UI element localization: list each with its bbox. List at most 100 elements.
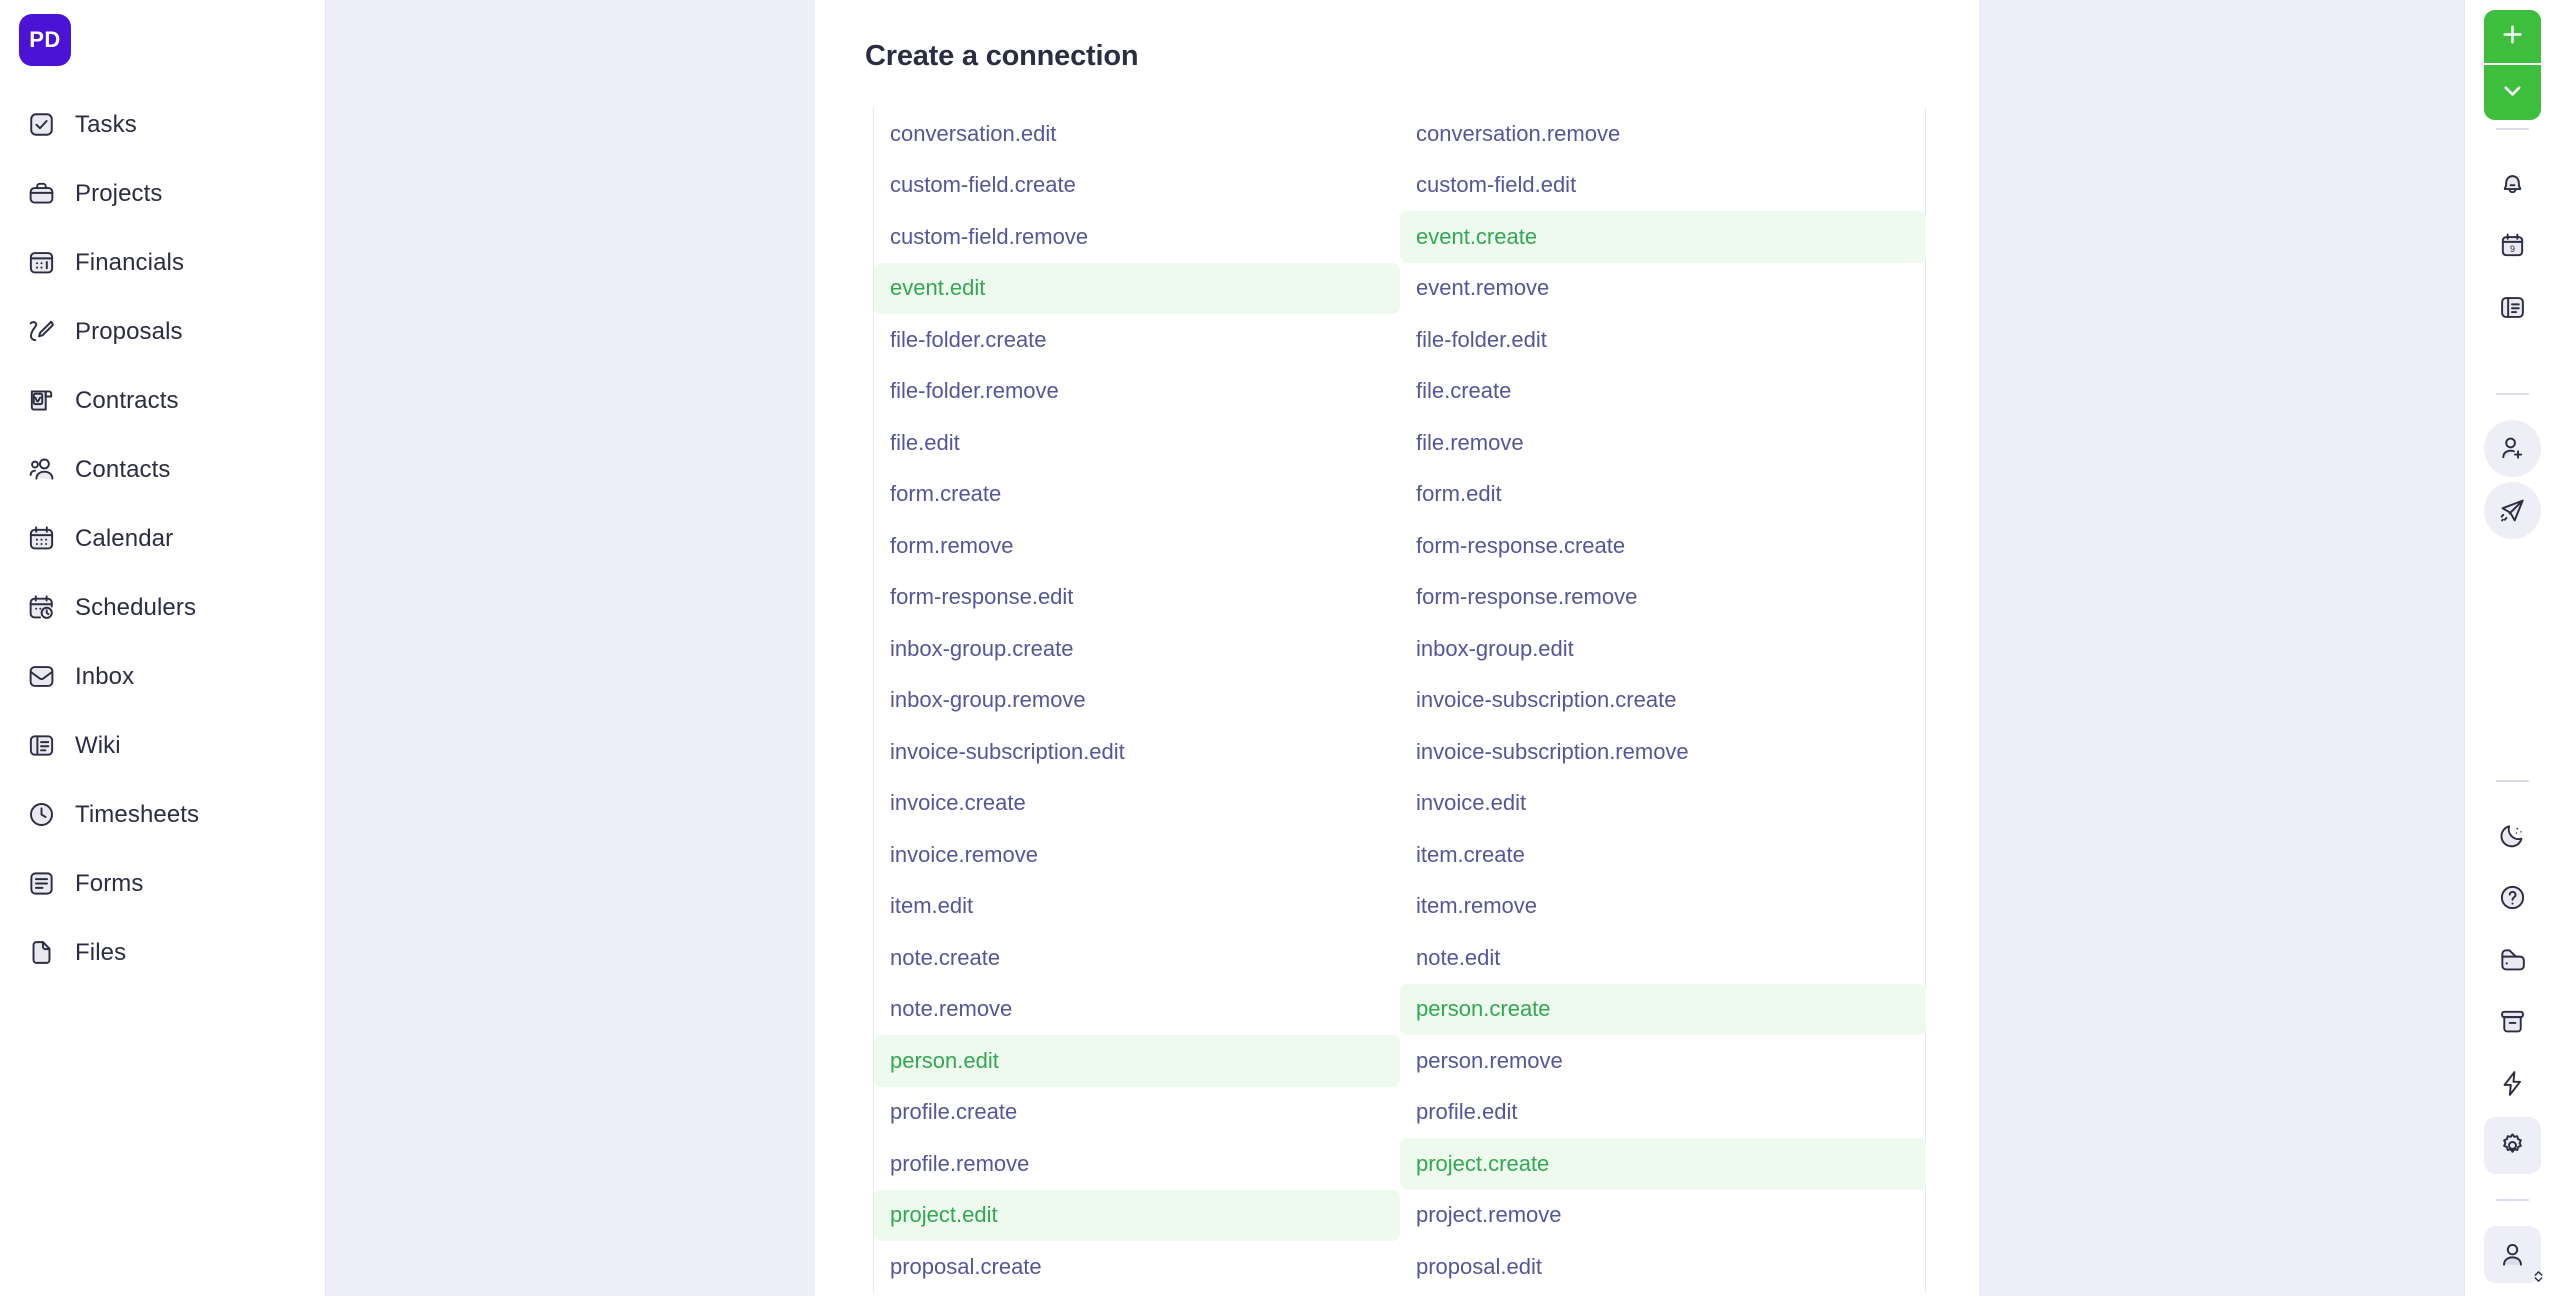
permission-row[interactable]: event.create bbox=[1400, 211, 1926, 263]
send-message-button[interactable] bbox=[2484, 482, 2541, 539]
permission-row[interactable]: conversation.edit bbox=[874, 108, 1400, 160]
permission-row[interactable]: file.edit bbox=[874, 417, 1400, 469]
permission-row[interactable]: person.remove bbox=[1400, 1035, 1926, 1087]
archive-box-icon bbox=[2498, 1007, 2527, 1036]
permission-row[interactable]: file-folder.remove bbox=[874, 366, 1400, 418]
permission-row[interactable]: form-response.edit bbox=[874, 572, 1400, 624]
sidebar-item-proposals[interactable]: Proposals bbox=[0, 297, 325, 366]
sidebar-item-wiki[interactable]: Wiki bbox=[0, 711, 325, 780]
permission-list: conversation.edit custom-field.create cust… bbox=[873, 108, 1926, 1293]
permission-row[interactable]: invoice.create bbox=[874, 778, 1400, 830]
sidebar-item-tasks[interactable]: Tasks bbox=[0, 90, 325, 159]
sidebar-item-contacts[interactable]: Contacts bbox=[0, 435, 325, 504]
sidebar-item-schedulers[interactable]: Schedulers bbox=[0, 573, 325, 642]
permission-label: form.create bbox=[890, 481, 1002, 507]
create-new-button-group[interactable] bbox=[2484, 10, 2541, 120]
permission-row[interactable]: custom-field.create bbox=[874, 160, 1400, 212]
permission-row[interactable]: proposal.edit bbox=[1400, 1241, 1926, 1293]
sidebar-item-label: Schedulers bbox=[75, 593, 197, 621]
permission-row[interactable]: proposal.create bbox=[874, 1241, 1400, 1293]
calendar-day-button[interactable]: 9 bbox=[2484, 217, 2541, 274]
sidebar-item-forms[interactable]: Forms bbox=[0, 849, 325, 918]
notes-panel-button[interactable] bbox=[2484, 279, 2541, 336]
permission-label: person.edit bbox=[890, 1047, 999, 1073]
permission-row[interactable]: profile.edit bbox=[1400, 1087, 1926, 1139]
sidebar-item-contracts[interactable]: Contracts bbox=[0, 366, 325, 435]
permission-row[interactable]: profile.create bbox=[874, 1087, 1400, 1139]
permission-row[interactable]: form-response.create bbox=[1400, 520, 1926, 572]
permission-row[interactable]: person.create bbox=[1400, 983, 1926, 1035]
gear-icon bbox=[2498, 1131, 2527, 1160]
permission-row[interactable]: invoice-subscription.edit bbox=[874, 726, 1400, 778]
permission-row[interactable]: project.create bbox=[1400, 1138, 1926, 1190]
permission-row[interactable]: custom-field.remove bbox=[874, 211, 1400, 263]
permission-label: project.edit bbox=[890, 1202, 998, 1228]
app-root: PD Tasks Projects Financials Proposals C… bbox=[0, 0, 2560, 1296]
permission-row[interactable]: item.edit bbox=[874, 881, 1400, 933]
create-new-button[interactable] bbox=[2484, 10, 2541, 65]
chevron-up-down-icon bbox=[2530, 1268, 2547, 1285]
permission-row[interactable]: inbox-group.create bbox=[874, 623, 1400, 675]
permission-row[interactable]: project.edit bbox=[874, 1189, 1400, 1241]
permission-label: invoice.remove bbox=[890, 841, 1038, 867]
permission-label: proposal.edit bbox=[1416, 1253, 1542, 1279]
permission-row[interactable]: form.create bbox=[874, 469, 1400, 521]
sidebar-item-files[interactable]: Files bbox=[0, 918, 325, 987]
permission-row[interactable]: form-response.remove bbox=[1400, 572, 1926, 624]
permission-row[interactable]: file.remove bbox=[1400, 417, 1926, 469]
permission-row[interactable]: inbox-group.edit bbox=[1400, 623, 1926, 675]
permission-row[interactable]: item.create bbox=[1400, 829, 1926, 881]
permission-row[interactable]: note.remove bbox=[874, 984, 1400, 1036]
sidebar-item-timesheets[interactable]: Timesheets bbox=[0, 780, 325, 849]
add-person-button[interactable] bbox=[2484, 420, 2541, 477]
sidebar-item-calendar[interactable]: Calendar bbox=[0, 504, 325, 573]
permission-label: inbox-group.create bbox=[890, 635, 1074, 661]
permission-row[interactable]: note.edit bbox=[1400, 932, 1926, 984]
permission-row[interactable]: conversation.remove bbox=[1400, 108, 1926, 160]
financial-calendar-icon bbox=[27, 248, 56, 277]
automations-button[interactable] bbox=[2484, 1055, 2541, 1112]
permission-label: custom-field.create bbox=[890, 172, 1076, 198]
permission-row[interactable]: note.create bbox=[874, 932, 1400, 984]
page-title: Create a connection bbox=[865, 40, 1139, 72]
permission-row[interactable]: file-folder.edit bbox=[1400, 314, 1926, 366]
wallet-button[interactable] bbox=[2484, 931, 2541, 988]
sidebar-item-inbox[interactable]: Inbox bbox=[0, 642, 325, 711]
sidebar-item-financials[interactable]: Financials bbox=[0, 228, 325, 297]
help-button[interactable] bbox=[2484, 869, 2541, 926]
permission-row[interactable]: event.remove bbox=[1400, 263, 1926, 315]
create-new-dropdown-button[interactable] bbox=[2484, 65, 2541, 120]
sidebar-item-projects[interactable]: Projects bbox=[0, 159, 325, 228]
dark-mode-toggle[interactable] bbox=[2484, 807, 2541, 864]
permission-label: note.edit bbox=[1416, 944, 1501, 970]
permission-row[interactable]: item.remove bbox=[1400, 881, 1926, 933]
permission-label: profile.create bbox=[890, 1099, 1018, 1125]
permission-row[interactable]: custom-field.edit bbox=[1400, 160, 1926, 212]
permission-row[interactable]: file.create bbox=[1400, 366, 1926, 418]
settings-button[interactable] bbox=[2484, 1117, 2541, 1174]
account-avatar-button[interactable] bbox=[2484, 1226, 2543, 1283]
permission-row[interactable]: person.edit bbox=[874, 1035, 1400, 1087]
permission-row[interactable]: form.remove bbox=[874, 520, 1400, 572]
lightning-bolt-icon bbox=[2498, 1069, 2527, 1098]
calendar-day-icon: 9 bbox=[2498, 231, 2527, 260]
permission-row[interactable]: profile.remove bbox=[874, 1138, 1400, 1190]
permission-label: item.edit bbox=[890, 893, 974, 919]
permission-row[interactable]: invoice.edit bbox=[1400, 778, 1926, 830]
permission-row[interactable]: file-folder.create bbox=[874, 314, 1400, 366]
permission-row[interactable]: form.edit bbox=[1400, 469, 1926, 521]
workspace-logo-badge[interactable]: PD bbox=[19, 14, 71, 66]
permission-row[interactable]: event.edit bbox=[874, 262, 1400, 314]
permission-label: conversation.remove bbox=[1416, 120, 1621, 146]
permission-row[interactable]: invoice.remove bbox=[874, 829, 1400, 881]
user-avatar-icon bbox=[2498, 1240, 2527, 1269]
notifications-button[interactable] bbox=[2484, 155, 2541, 212]
sidebar-item-label: Timesheets bbox=[75, 800, 200, 828]
archive-button[interactable] bbox=[2484, 993, 2541, 1050]
permission-row[interactable]: invoice-subscription.remove bbox=[1400, 726, 1926, 778]
moon-icon bbox=[2498, 821, 2527, 850]
permission-row[interactable]: inbox-group.remove bbox=[874, 675, 1400, 727]
permission-row[interactable]: project.remove bbox=[1400, 1190, 1926, 1242]
permission-row[interactable]: invoice-subscription.create bbox=[1400, 675, 1926, 727]
permission-label: file-folder.edit bbox=[1416, 326, 1547, 352]
